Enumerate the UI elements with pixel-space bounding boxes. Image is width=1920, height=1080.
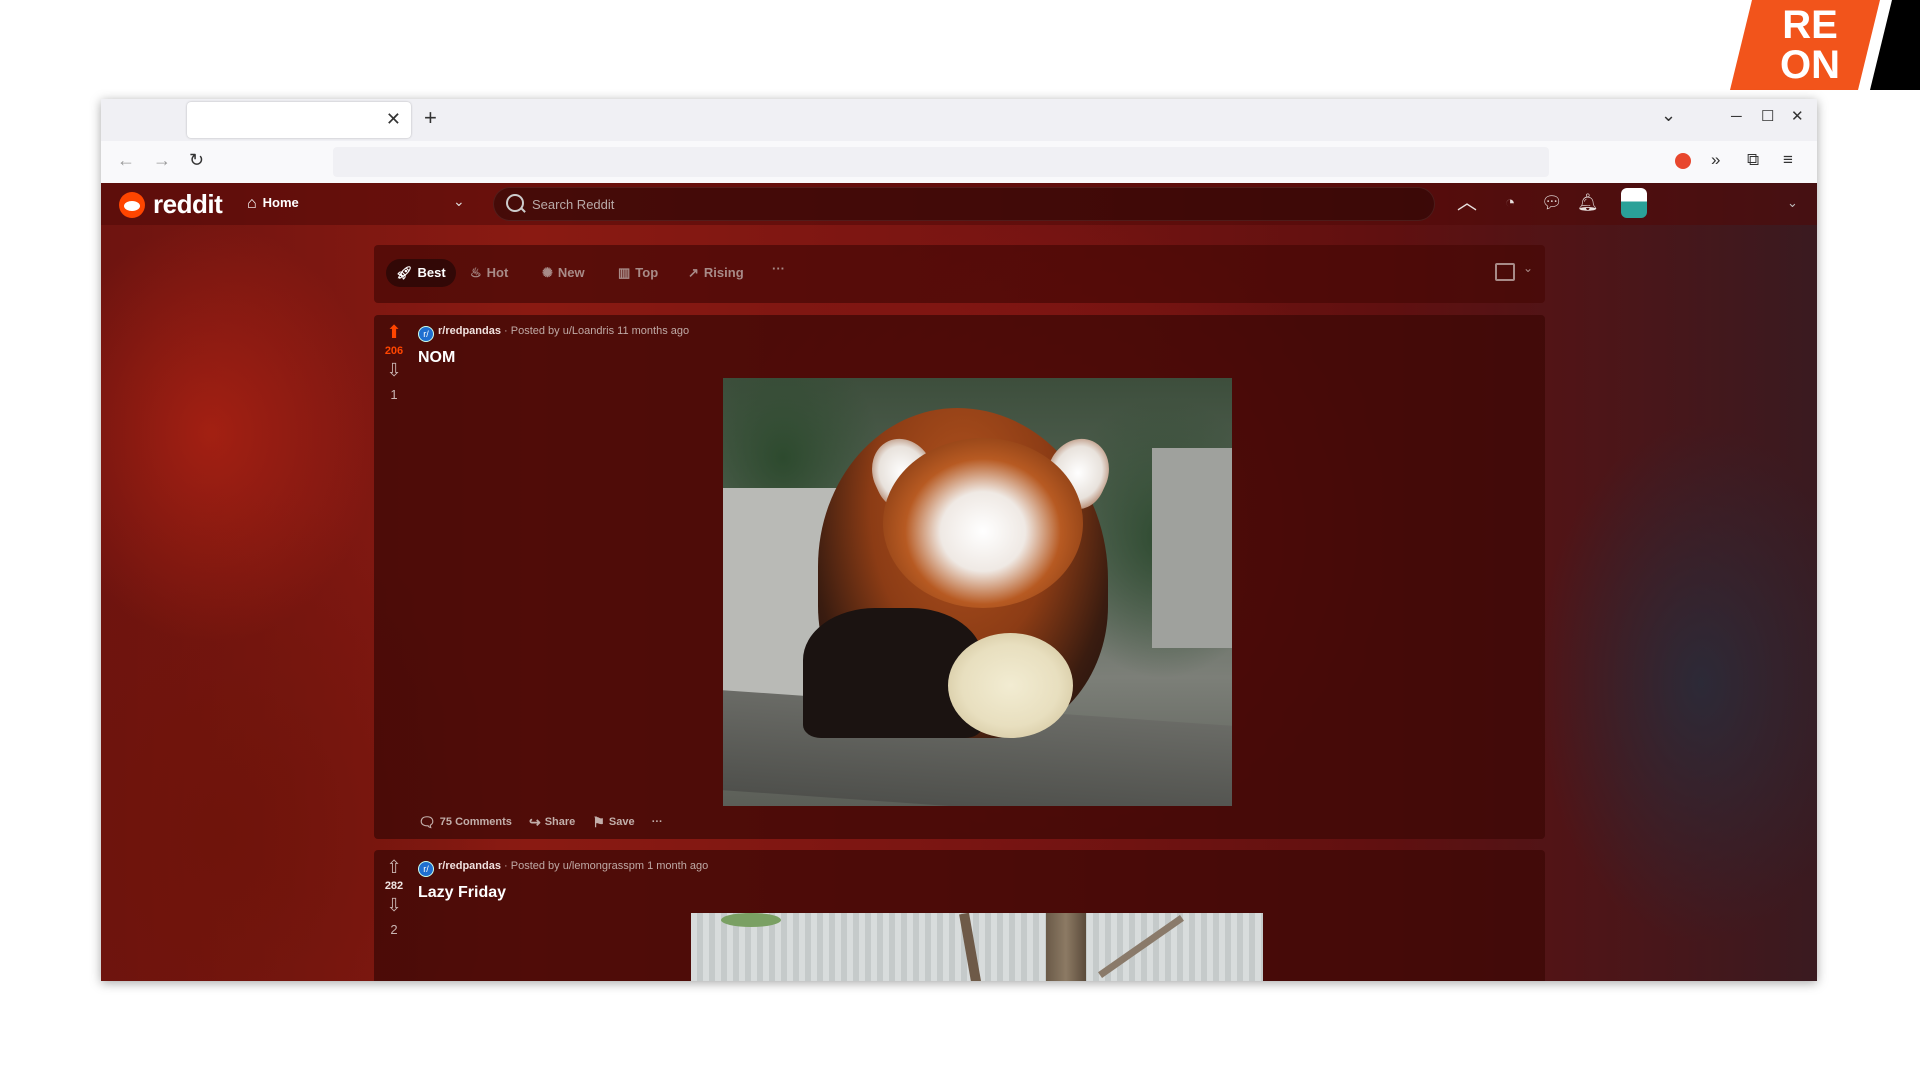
subreddit-link[interactable]: r/redpandas [438, 860, 501, 872]
post-title[interactable]: NOM [418, 349, 455, 367]
sort-bar: 🚀︎ Best ♨ Hot ✺ New ▥ Top ↗ Rising ··· ⌄ [374, 245, 1545, 303]
corner-brand-text: RE ON [1730, 0, 1880, 90]
sort-best[interactable]: 🚀︎ Best [386, 259, 456, 287]
search-input[interactable]: Search Reddit [493, 187, 1435, 221]
maximize-icon[interactable]: ☐ [1761, 109, 1774, 125]
user-menu-chevron-icon[interactable]: ⌄ [1787, 193, 1798, 213]
downvote-icon[interactable]: ⇩ [374, 896, 414, 914]
navigation-bar: ← → ↻ » ⧉ ≡ [101, 141, 1817, 183]
subreddit-icon[interactable]: r/ [418, 861, 434, 877]
reddit-page: reddit ⌂ Home ⌄ Search Reddit ︿ ◔ 💬︎ 🔔︎ ⌄… [101, 183, 1817, 981]
apple-slice [948, 633, 1073, 738]
search-placeholder: Search Reddit [532, 197, 615, 212]
vote-count: 206 [384, 345, 404, 357]
browser-window: ✕ + ⌄ ─ ☐ ✕ ← → ↻ » ⧉ ≡ reddit ⌂ Home ⌄ [101, 99, 1817, 981]
home-dropdown-button[interactable]: ⌂ Home [247, 195, 299, 213]
share-button[interactable]: ↪ Share [529, 814, 575, 831]
reload-icon[interactable]: ↻ [189, 151, 204, 169]
sparkle-icon: ✺ [542, 265, 553, 280]
search-icon [506, 194, 524, 212]
flame-icon: ♨ [470, 265, 482, 280]
browser-tab[interactable]: ✕ [187, 102, 411, 138]
corner-brand-stripe [1870, 0, 1920, 90]
bookmark-icon: ⚑ [592, 814, 605, 830]
post-meta: r/r/redpandas · Posted by u/lemongrasspm… [418, 860, 708, 877]
snoo-face-icon [124, 201, 140, 211]
comments-button[interactable]: 🗨︎ 75 Comments [418, 814, 512, 831]
save-button[interactable]: ⚑ Save [592, 814, 634, 831]
corner-brand-logo: RE ON [1730, 0, 1920, 90]
comment-icon: 🗨︎ [418, 814, 436, 830]
post-image[interactable] [691, 913, 1263, 981]
image-leaves [721, 913, 781, 927]
reddit-logo-text[interactable]: reddit [153, 189, 223, 220]
vote-column: ⬆ 206 ⇩ 1 [374, 315, 414, 402]
home-label: Home [262, 195, 299, 210]
tab-list-icon[interactable]: ⌄ [1661, 106, 1676, 124]
upvote-icon[interactable]: ⇧ [374, 858, 414, 876]
post-byline: · Posted by u/Loandris 11 months ago [500, 325, 690, 337]
share-icon: ↪ [528, 814, 541, 830]
post-card[interactable]: ⇧ 282 ⇩ 2 r/r/redpandas · Posted by u/le… [374, 850, 1545, 981]
post-more-button[interactable]: ··· [652, 816, 663, 828]
vote-count: 282 [384, 880, 404, 892]
reddit-logo-icon[interactable] [119, 192, 145, 218]
chevron-down-icon[interactable]: ⌄ [453, 193, 465, 210]
new-tab-button[interactable]: + [424, 107, 437, 129]
back-icon[interactable]: ← [117, 151, 135, 169]
layout-icon[interactable] [1495, 263, 1515, 281]
chevron-up-icon[interactable]: ︿ [1457, 193, 1477, 213]
downvote-count: 1 [390, 387, 398, 402]
red-panda-face [883, 438, 1083, 608]
image-tree-trunk [1046, 913, 1086, 981]
post-image[interactable] [723, 378, 1232, 806]
layout-chevron-icon[interactable]: ⌄ [1523, 261, 1533, 275]
reddit-header: reddit ⌂ Home ⌄ Search Reddit ︿ ◔ 💬︎ 🔔︎ ⌄ [101, 183, 1817, 225]
extensions-overflow-icon[interactable]: » [1711, 151, 1720, 169]
sort-new[interactable]: ✺ New [542, 265, 585, 281]
sort-hot[interactable]: ♨ Hot [470, 265, 508, 281]
sort-top[interactable]: ▥ Top [618, 265, 658, 281]
sort-rising[interactable]: ↗ Rising [688, 265, 744, 281]
notification-bell-icon[interactable]: 🔔︎ [1577, 193, 1599, 213]
forward-icon[interactable]: → [153, 151, 171, 169]
popular-icon[interactable]: ◔ [1505, 193, 1515, 213]
home-icon: ⌂ [247, 195, 257, 212]
post-meta: r/r/redpandas · Posted by u/Loandris 11 … [418, 325, 689, 342]
ublock-icon[interactable] [1675, 153, 1691, 169]
tab-bar: ✕ + ⌄ ─ ☐ ✕ [101, 99, 1817, 141]
minimize-icon[interactable]: ─ [1731, 109, 1742, 125]
upvote-icon[interactable]: ⬆ [374, 323, 414, 341]
post-byline: · Posted by u/lemongrasspm 1 month ago [500, 860, 709, 872]
downvote-icon[interactable]: ⇩ [374, 361, 414, 379]
url-bar[interactable] [333, 147, 1549, 177]
sort-more-button[interactable]: ··· [772, 261, 785, 276]
post-card[interactable]: ⬆ 206 ⇩ 1 r/r/redpandas · Posted by u/Lo… [374, 315, 1545, 839]
window-close-icon[interactable]: ✕ [1791, 109, 1804, 125]
extensions-icon[interactable]: ⧉ [1747, 151, 1759, 169]
downvote-count: 2 [390, 922, 398, 937]
post-actions: 🗨︎ 75 Comments ↪ Share ⚑ Save ··· [418, 814, 677, 831]
post-title[interactable]: Lazy Friday [418, 884, 506, 902]
chart-icon: ▥ [618, 265, 631, 280]
trend-icon: ↗ [688, 265, 699, 280]
subreddit-icon[interactable]: r/ [418, 326, 434, 342]
rocket-icon: 🚀︎ [396, 265, 413, 280]
subreddit-link[interactable]: r/redpandas [438, 325, 501, 337]
image-wall-right [1152, 448, 1232, 648]
menu-icon[interactable]: ≡ [1783, 151, 1793, 169]
user-avatar[interactable] [1621, 188, 1647, 218]
tab-close-icon[interactable]: ✕ [386, 110, 401, 128]
vote-column: ⇧ 282 ⇩ 2 [374, 850, 414, 937]
chat-icon[interactable]: 💬︎ [1541, 193, 1563, 213]
